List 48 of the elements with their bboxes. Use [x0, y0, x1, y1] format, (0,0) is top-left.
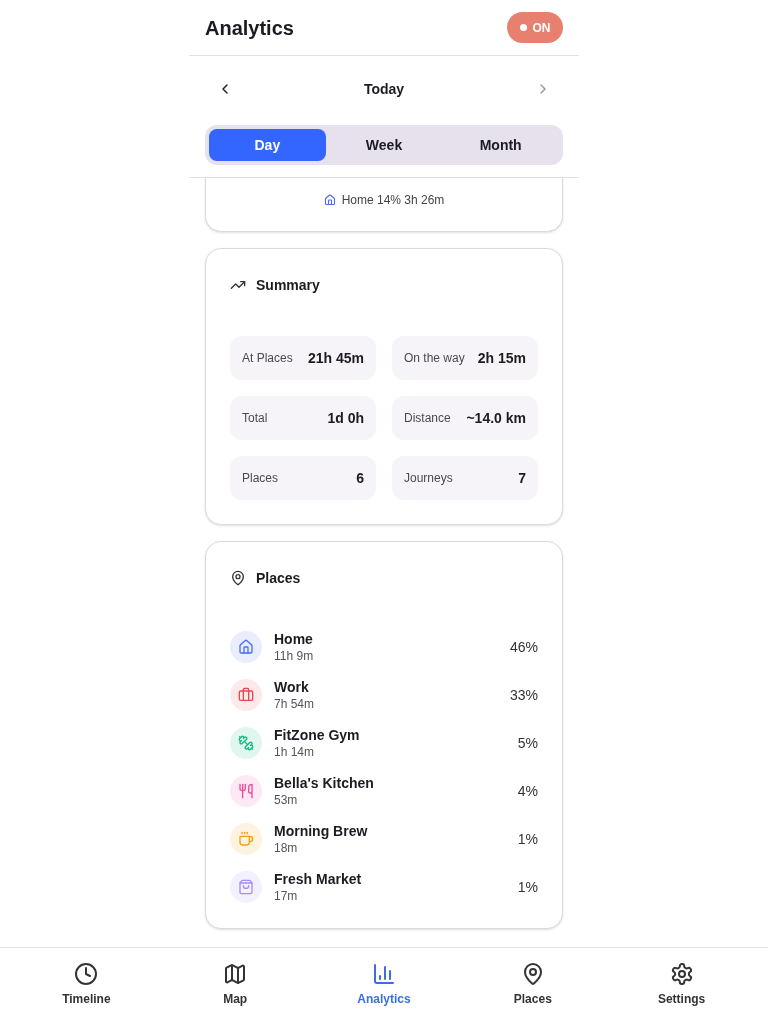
period-tab[interactable]: Month [442, 129, 559, 161]
place-name: FitZone Gym [274, 726, 360, 744]
stat-label: On the way [404, 350, 465, 367]
gear-icon [669, 962, 694, 986]
place-name: Morning Brew [274, 822, 368, 840]
nav-tab[interactable]: Map [223, 962, 248, 1008]
map-pin-icon [230, 570, 246, 586]
nav-tab[interactable]: Analytics [357, 962, 411, 1008]
stat-value: 21h 45m [307, 348, 364, 368]
legend-label: Home 14% 3h 26m [341, 192, 445, 209]
place-duration: 11h 9m [274, 648, 314, 664]
clock-icon [74, 962, 99, 986]
nav-tab[interactable]: Settings [657, 962, 706, 1008]
place-name: Home [274, 630, 313, 648]
stat-label: Places [242, 470, 279, 487]
stat-value: 6 [356, 468, 364, 488]
card-title: Places [256, 568, 301, 588]
place-name: Work [274, 678, 309, 696]
period-tab[interactable]: Week [325, 129, 443, 161]
page-title: Analytics [205, 15, 294, 41]
card-title: Summary [256, 275, 320, 295]
place-share: 1% [517, 877, 538, 897]
stat-label: Total [242, 410, 268, 427]
place-duration: 1h 14m [274, 744, 315, 760]
place-share: 33% [509, 685, 538, 705]
place-share: 4% [517, 781, 538, 801]
stat-value: 1d 0h [327, 408, 364, 428]
place-duration: 18m [274, 840, 298, 856]
bar-chart-icon [372, 962, 396, 986]
place-duration: 17m [274, 888, 298, 904]
place-share: 5% [517, 733, 538, 753]
place-name: Bella's Kitchen [274, 774, 374, 792]
stat-value: 2h 15m [477, 348, 526, 368]
nav-tab[interactable]: Places [513, 962, 552, 1008]
place-share: 46% [509, 637, 538, 657]
stat-label: Journeys [404, 470, 453, 487]
date-label: Today [363, 79, 405, 99]
stat-value: ~14.0 km [466, 408, 526, 428]
period-tab[interactable]: Day [209, 129, 326, 161]
map-icon [223, 962, 248, 986]
stat-label: Distance [404, 410, 451, 427]
stat-label: At Places [242, 350, 293, 367]
place-share: 1% [517, 829, 538, 849]
nav-tab[interactable]: Timeline [62, 962, 111, 1008]
place-duration: 53m [274, 792, 298, 808]
place-name: Fresh Market [274, 870, 362, 888]
place-duration: 7h 54m [274, 696, 315, 712]
stat-value: 7 [518, 468, 526, 488]
